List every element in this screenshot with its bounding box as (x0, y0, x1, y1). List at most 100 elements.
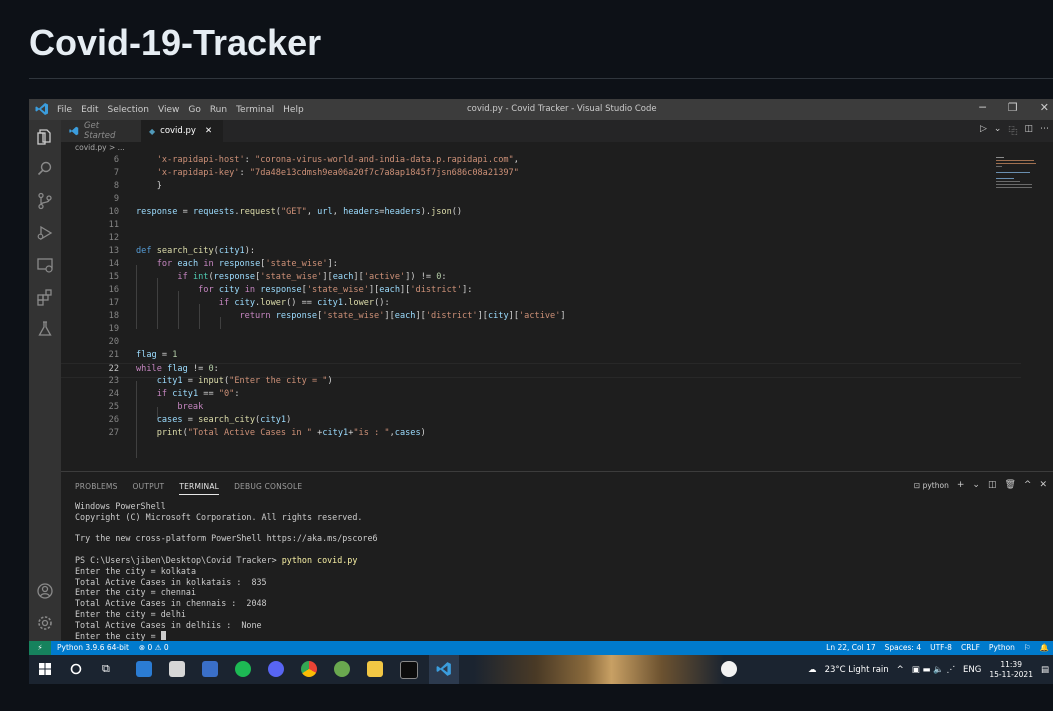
minimap[interactable] (994, 155, 1042, 195)
chevron-down-icon[interactable]: ⌄ (994, 124, 1002, 137)
tab-terminal[interactable]: TERMINAL (179, 482, 220, 495)
python-interpreter[interactable]: Python 3.9.6 64-bit (57, 643, 129, 652)
accounts-icon[interactable] (36, 582, 54, 600)
maximize-panel-icon[interactable]: ^ (1024, 480, 1032, 490)
tray-icons[interactable]: ▣ ▬ 🔈 ⋰ (912, 665, 955, 675)
extensions-icon[interactable] (36, 288, 54, 306)
line-number: 6 (113, 155, 119, 165)
chevron-down-icon[interactable]: ⌄ (972, 480, 980, 490)
page-title: Covid-19-Tracker (29, 22, 322, 63)
tab-problems[interactable]: PROBLEMS (75, 482, 118, 495)
tab-output[interactable]: OUTPUT (133, 482, 165, 495)
menu-help[interactable]: Help (283, 105, 304, 115)
menu-terminal[interactable]: Terminal (236, 105, 274, 115)
windows-start-icon[interactable] (39, 663, 51, 675)
terminal-line: Enter the city = (75, 630, 161, 641)
new-terminal-icon[interactable]: + (957, 480, 965, 490)
problems-count[interactable]: ⊗ 0 ⚠ 0 (139, 643, 169, 652)
run-debug-icon[interactable] (36, 224, 54, 242)
discord-icon[interactable] (268, 661, 284, 677)
trash-icon[interactable]: 🗑 (1004, 480, 1015, 490)
code-line: 8 } (61, 181, 1021, 194)
line-number: 9 (113, 194, 119, 204)
remote-explorer-icon[interactable] (36, 256, 54, 274)
menu-view[interactable]: View (158, 105, 179, 115)
close-window-icon[interactable]: ✕ (1040, 101, 1049, 114)
code-line: 9 (61, 194, 1021, 207)
restore-icon[interactable]: ❐ (1008, 101, 1018, 114)
terminal-line: Enter the city = kolkata (75, 565, 197, 576)
explorer-icon[interactable] (36, 128, 54, 146)
source-control-icon[interactable] (36, 192, 54, 210)
terminal-output[interactable]: Windows PowerShell Copyright (C) Microso… (75, 501, 378, 641)
code-line: 19 (61, 324, 1021, 337)
input-language[interactable]: ENG (963, 665, 981, 675)
line-number: 22 (108, 364, 119, 374)
line-number: 20 (108, 337, 119, 347)
settings-gear-icon[interactable] (36, 614, 54, 632)
line-number: 17 (108, 298, 119, 308)
language-mode[interactable]: Python (989, 643, 1015, 652)
code-line: 20 (61, 337, 1021, 350)
chrome-icon[interactable] (301, 661, 317, 677)
terminal-cursor (160, 630, 166, 640)
menu-go[interactable]: Go (188, 105, 200, 115)
indentation[interactable]: Spaces: 4 (885, 643, 921, 652)
app-icon[interactable] (202, 661, 218, 677)
run-file-icon[interactable]: ▷ (980, 124, 987, 137)
spotify-icon[interactable] (235, 661, 251, 677)
chevron-up-icon[interactable]: ^ (897, 665, 904, 675)
close-tab-icon[interactable]: ✕ (205, 126, 212, 136)
more-actions-icon[interactable]: ⋯ (1040, 124, 1049, 137)
tab-get-started[interactable]: Get Started (61, 120, 141, 142)
notifications-bell-icon[interactable]: 🔔 (1040, 643, 1049, 652)
search-icon[interactable] (36, 160, 54, 178)
clock-time: 11:39 (1000, 659, 1022, 669)
clock[interactable]: 11:39 15-11-2021 (989, 660, 1033, 680)
code-line: 25 break (61, 402, 1021, 415)
vscode-tab-icon (69, 126, 79, 136)
split-terminal-icon[interactable]: ◫ (988, 480, 997, 490)
panel-actions: ⊡ python + ⌄ ◫ 🗑 ^ ✕ (914, 480, 1047, 490)
app-icon[interactable] (334, 661, 350, 677)
weather-status[interactable]: 23°C Light rain (825, 665, 889, 675)
line-number: 15 (108, 272, 119, 282)
encoding[interactable]: UTF-8 (930, 643, 952, 652)
code-line: 11 (61, 220, 1021, 233)
menu-file[interactable]: File (57, 105, 72, 115)
menu-edit[interactable]: Edit (81, 105, 98, 115)
store-app-icon[interactable] (169, 661, 185, 677)
vscode-logo-icon (35, 103, 48, 115)
menu-selection[interactable]: Selection (108, 105, 149, 115)
close-panel-icon[interactable]: ✕ (1039, 480, 1047, 490)
terminal-input-line[interactable]: Enter the city = (75, 630, 378, 642)
code-line: 17 if city.lower() == city1.lower(): (61, 298, 1021, 311)
status-left: Python 3.9.6 64-bit ⊗ 0 ⚠ 0 (57, 643, 169, 652)
cursor-position[interactable]: Ln 22, Col 17 (826, 643, 875, 652)
feedback-icon[interactable]: ⚐ (1024, 643, 1031, 652)
terminal-shell-selector[interactable]: ⊡ python (914, 481, 949, 490)
breadcrumb-path[interactable]: covid.py > ... (75, 143, 125, 152)
tab-covid-py[interactable]: ◆ covid.py ✕ (141, 120, 223, 142)
line-number: 12 (108, 233, 119, 243)
search-circle-icon[interactable] (70, 663, 82, 675)
vscode-taskbar-icon[interactable] (436, 661, 452, 677)
minimize-icon[interactable]: ─ (979, 101, 986, 114)
task-view-icon[interactable]: ⧉ (102, 662, 110, 676)
notification-center-icon[interactable]: ▤ (1041, 665, 1049, 675)
line-endings[interactable]: CRLF (961, 643, 980, 652)
terminal-app-icon[interactable] (400, 661, 418, 679)
code-line: 26 cases = search_city(city1) (61, 415, 1021, 428)
code-line: 21 flag = 1 (61, 350, 1021, 363)
remote-indicator-icon[interactable]: ⚡ (29, 641, 51, 655)
tab-debug-console[interactable]: DEBUG CONSOLE (234, 482, 302, 495)
open-changes-icon[interactable]: ⿻ (1008, 124, 1017, 137)
file-explorer-icon[interactable] (367, 661, 383, 677)
help-app-icon[interactable] (721, 661, 737, 677)
mail-app-icon[interactable] (136, 661, 152, 677)
code-editor[interactable]: 6 'x-rapidapi-host': "corona-virus-world… (61, 155, 1021, 471)
menu-run[interactable]: Run (210, 105, 227, 115)
testing-flask-icon[interactable] (36, 320, 54, 338)
split-editor-icon[interactable]: ◫ (1024, 124, 1033, 137)
activity-bar (29, 120, 61, 641)
